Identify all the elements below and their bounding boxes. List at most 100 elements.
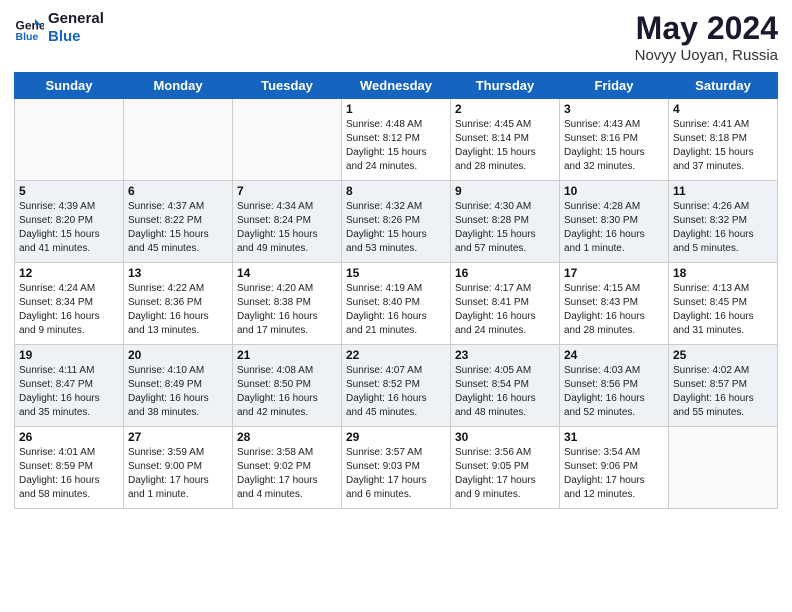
header-thursday: Thursday <box>451 73 560 99</box>
day-info: Sunrise: 4:10 AM Sunset: 8:49 PM Dayligh… <box>128 364 228 420</box>
header-monday: Monday <box>124 73 233 99</box>
table-row: 21Sunrise: 4:08 AM Sunset: 8:50 PM Dayli… <box>233 345 342 427</box>
calendar-week-row: 19 Sunrise: 4:11 AM Sunset: 8:47 PM Dayli… <box>15 345 778 427</box>
day-info: Sunrise: 4:01 AM Sunset: 8:59 PM Dayligh… <box>19 446 119 502</box>
day-info: Sunrise: 4:19 AM Sunset: 8:40 PM Dayligh… <box>346 282 446 338</box>
day-number: 31 <box>564 430 664 444</box>
table-row <box>124 99 233 181</box>
day-number: 23 <box>455 348 555 362</box>
table-row: 16Sunrise: 4:17 AM Sunset: 8:41 PM Dayli… <box>451 263 560 345</box>
table-row: 1 Sunrise: 4:48 AM Sunset: 8:12 PM Daylig… <box>342 99 451 181</box>
day-number: 15 <box>346 266 446 280</box>
day-info: Sunrise: 4:45 AM Sunset: 8:14 PM Dayligh… <box>455 118 555 174</box>
day-number: 21 <box>237 348 337 362</box>
day-number: 14 <box>237 266 337 280</box>
day-number: 17 <box>564 266 664 280</box>
calendar-week-row: 12 Sunrise: 4:24 AM Sunset: 8:34 PM Dayli… <box>15 263 778 345</box>
day-info: Sunrise: 4:48 AM Sunset: 8:12 PM Dayligh… <box>346 118 446 174</box>
day-info: Sunrise: 4:30 AM Sunset: 8:28 PM Dayligh… <box>455 200 555 256</box>
header-sunday: Sunday <box>15 73 124 99</box>
day-info: Sunrise: 3:56 AM Sunset: 9:05 PM Dayligh… <box>455 446 555 502</box>
day-number: 25 <box>673 348 773 362</box>
day-number: 26 <box>19 430 119 444</box>
day-number: 19 <box>19 348 119 362</box>
table-row: 4 Sunrise: 4:41 AM Sunset: 8:18 PM Daylig… <box>669 99 778 181</box>
table-row: 20Sunrise: 4:10 AM Sunset: 8:49 PM Dayli… <box>124 345 233 427</box>
day-info: Sunrise: 4:41 AM Sunset: 8:18 PM Dayligh… <box>673 118 773 174</box>
table-row: 2 Sunrise: 4:45 AM Sunset: 8:14 PM Daylig… <box>451 99 560 181</box>
table-row: 30 Sunrise: 3:56 AM Sunset: 9:05 PM Dayli… <box>451 427 560 509</box>
table-row: 8Sunrise: 4:32 AM Sunset: 8:26 PM Daylig… <box>342 181 451 263</box>
table-row <box>15 99 124 181</box>
day-number: 11 <box>673 184 773 198</box>
title-block: May 2024 Novyy Uoyan, Russia <box>635 10 778 64</box>
day-info: Sunrise: 4:17 AM Sunset: 8:41 PM Dayligh… <box>455 282 555 338</box>
day-number: 7 <box>237 184 337 198</box>
day-info: Sunrise: 4:39 AM Sunset: 8:20 PM Dayligh… <box>19 200 119 256</box>
day-number: 5 <box>19 184 119 198</box>
location: Novyy Uoyan, Russia <box>635 47 778 64</box>
table-row: 22Sunrise: 4:07 AM Sunset: 8:52 PM Dayli… <box>342 345 451 427</box>
table-row: 14Sunrise: 4:20 AM Sunset: 8:38 PM Dayli… <box>233 263 342 345</box>
day-number: 29 <box>346 430 446 444</box>
table-row: 11Sunrise: 4:26 AM Sunset: 8:32 PM Dayli… <box>669 181 778 263</box>
day-number: 12 <box>19 266 119 280</box>
day-info: Sunrise: 4:03 AM Sunset: 8:56 PM Dayligh… <box>564 364 664 420</box>
header-tuesday: Tuesday <box>233 73 342 99</box>
table-row: 28 Sunrise: 3:58 AM Sunset: 9:02 PM Dayli… <box>233 427 342 509</box>
logo-icon: General Blue <box>14 13 44 43</box>
table-row: 13 Sunrise: 4:22 AM Sunset: 8:36 PM Dayli… <box>124 263 233 345</box>
header-wednesday: Wednesday <box>342 73 451 99</box>
table-row: 3Sunrise: 4:43 AM Sunset: 8:16 PM Daylig… <box>560 99 669 181</box>
logo-blue: Blue <box>48 28 104 46</box>
table-row: 19 Sunrise: 4:11 AM Sunset: 8:47 PM Dayli… <box>15 345 124 427</box>
table-row: 6Sunrise: 4:37 AM Sunset: 8:22 PM Daylig… <box>124 181 233 263</box>
header-saturday: Saturday <box>669 73 778 99</box>
day-number: 8 <box>346 184 446 198</box>
calendar-week-row: 5 Sunrise: 4:39 AM Sunset: 8:20 PM Daylig… <box>15 181 778 263</box>
day-number: 22 <box>346 348 446 362</box>
day-info: Sunrise: 4:15 AM Sunset: 8:43 PM Dayligh… <box>564 282 664 338</box>
day-info: Sunrise: 4:43 AM Sunset: 8:16 PM Dayligh… <box>564 118 664 174</box>
table-row: 9 Sunrise: 4:30 AM Sunset: 8:28 PM Daylig… <box>451 181 560 263</box>
day-number: 1 <box>346 102 446 116</box>
header: General Blue General Blue May 2024 Novyy… <box>14 10 778 64</box>
day-number: 10 <box>564 184 664 198</box>
day-number: 28 <box>237 430 337 444</box>
table-row: 26 Sunrise: 4:01 AM Sunset: 8:59 PM Dayli… <box>15 427 124 509</box>
day-number: 4 <box>673 102 773 116</box>
table-row: 10Sunrise: 4:28 AM Sunset: 8:30 PM Dayli… <box>560 181 669 263</box>
day-info: Sunrise: 4:22 AM Sunset: 8:36 PM Dayligh… <box>128 282 228 338</box>
day-number: 24 <box>564 348 664 362</box>
day-number: 27 <box>128 430 228 444</box>
table-row: 23 Sunrise: 4:05 AM Sunset: 8:54 PM Dayli… <box>451 345 560 427</box>
day-info: Sunrise: 4:05 AM Sunset: 8:54 PM Dayligh… <box>455 364 555 420</box>
day-number: 9 <box>455 184 555 198</box>
table-row: 31Sunrise: 3:54 AM Sunset: 9:06 PM Dayli… <box>560 427 669 509</box>
calendar: Sunday Monday Tuesday Wednesday Thursday… <box>14 72 778 509</box>
table-row: 7Sunrise: 4:34 AM Sunset: 8:24 PM Daylig… <box>233 181 342 263</box>
table-row <box>233 99 342 181</box>
header-friday: Friday <box>560 73 669 99</box>
day-number: 6 <box>128 184 228 198</box>
day-number: 2 <box>455 102 555 116</box>
logo-general: General <box>48 10 104 28</box>
table-row: 5 Sunrise: 4:39 AM Sunset: 8:20 PM Daylig… <box>15 181 124 263</box>
day-info: Sunrise: 3:58 AM Sunset: 9:02 PM Dayligh… <box>237 446 337 502</box>
day-info: Sunrise: 4:11 AM Sunset: 8:47 PM Dayligh… <box>19 364 119 420</box>
table-row: 12 Sunrise: 4:24 AM Sunset: 8:34 PM Dayli… <box>15 263 124 345</box>
weekday-header-row: Sunday Monday Tuesday Wednesday Thursday… <box>15 73 778 99</box>
day-number: 30 <box>455 430 555 444</box>
day-info: Sunrise: 4:24 AM Sunset: 8:34 PM Dayligh… <box>19 282 119 338</box>
table-row: 27Sunrise: 3:59 AM Sunset: 9:00 PM Dayli… <box>124 427 233 509</box>
day-number: 13 <box>128 266 228 280</box>
table-row <box>669 427 778 509</box>
table-row: 17 Sunrise: 4:15 AM Sunset: 8:43 PM Dayli… <box>560 263 669 345</box>
table-row: 18Sunrise: 4:13 AM Sunset: 8:45 PM Dayli… <box>669 263 778 345</box>
calendar-week-row: 1 Sunrise: 4:48 AM Sunset: 8:12 PM Daylig… <box>15 99 778 181</box>
table-row: 15 Sunrise: 4:19 AM Sunset: 8:40 PM Dayli… <box>342 263 451 345</box>
day-info: Sunrise: 4:13 AM Sunset: 8:45 PM Dayligh… <box>673 282 773 338</box>
svg-text:Blue: Blue <box>16 31 39 43</box>
table-row: 29Sunrise: 3:57 AM Sunset: 9:03 PM Dayli… <box>342 427 451 509</box>
logo: General Blue General Blue <box>14 10 104 46</box>
